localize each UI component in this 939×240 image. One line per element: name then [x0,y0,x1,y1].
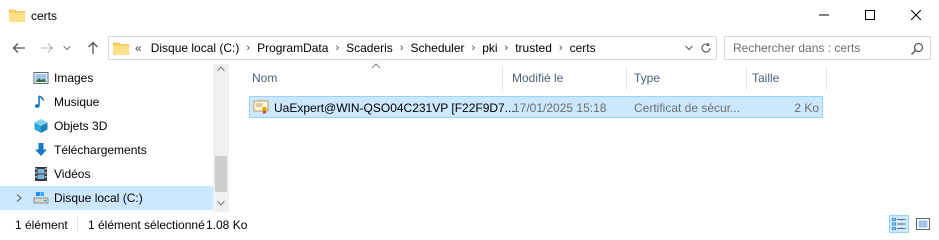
up-button[interactable] [82,37,104,59]
breadcrumb-separator-icon[interactable]: › [553,42,569,54]
sidebar-item-label: Objets 3D [54,119,108,133]
sidebar-item-label: Vidéos [54,167,91,181]
sidebar-item-music[interactable]: Musique [0,90,213,114]
file-modified: 17/01/2025 15:18 [513,101,607,115]
column-header-type[interactable]: Type [627,64,746,92]
column-header-size[interactable]: Taille [747,64,826,92]
forward-button[interactable] [36,37,58,59]
breadcrumb-item[interactable]: trusted [514,41,553,55]
breadcrumb-separator-icon[interactable]: › [394,42,410,54]
arrow-right-icon [41,43,54,53]
sidebar-item-label: Téléchargements [54,143,147,157]
status-divider [77,217,78,232]
scrollbar-thumb[interactable] [215,156,227,192]
column-header-name[interactable]: Nom [230,64,502,92]
arrow-left-icon [12,43,25,53]
minimize-icon [819,14,829,16]
navigation-toolbar: « Disque local (C:) › ProgramData › Scad… [0,32,939,64]
breadcrumb-separator-icon[interactable]: › [499,42,515,54]
navigation-scrollbar[interactable] [213,64,229,212]
chevron-right-icon[interactable] [14,193,24,203]
sidebar-item-label: Musique [54,95,100,109]
item-count: 1 élément [15,218,68,232]
breadcrumb-separator-icon[interactable]: › [240,42,256,54]
column-header-label: Taille [752,71,780,85]
breadcrumb-item[interactable]: Scaderis [345,41,394,55]
chevron-down-icon [63,45,71,51]
sidebar-item-local-disk[interactable]: Disque local (C:) [0,186,213,210]
file-size: 2 Ko [794,101,819,115]
breadcrumb-item[interactable]: pki [481,41,498,55]
sidebar-item-downloads[interactable]: Téléchargements [0,138,213,162]
drive-icon [33,192,49,204]
breadcrumb-overflow[interactable]: « [135,41,142,55]
cube-3d-icon [34,119,48,133]
column-header-label: Type [634,71,661,85]
sidebar-item-videos[interactable]: Vidéos [0,162,213,186]
address-bar[interactable]: « Disque local (C:) › ProgramData › Scad… [108,36,717,60]
breadcrumb-item[interactable]: Disque local (C:) [150,41,241,55]
scroll-up-arrow-icon[interactable] [217,66,225,72]
recent-locations-button[interactable] [60,37,74,59]
column-header-modified[interactable]: Modifié le [503,64,626,92]
folder-icon [9,9,25,22]
large-icons-view-icon [916,218,930,230]
file-name: UaExpert@WIN-QSO04C231VP [F22F9D7... [274,101,515,115]
breadcrumb: « Disque local (C:) › ProgramData › Scad… [135,41,597,55]
selection-size: 1.08 Ko [206,218,248,232]
address-history-button[interactable] [682,41,696,55]
file-list: Nom Modifié le Type Taille UaExpert@WIN-… [230,63,939,212]
scroll-down-arrow-icon[interactable] [217,200,225,206]
search-input[interactable] [733,41,903,55]
music-note-icon [34,95,45,108]
breadcrumb-separator-icon[interactable]: › [466,42,482,54]
window-title: certs [31,9,58,23]
pictures-icon [33,72,49,84]
column-header-label: Modifié le [512,71,564,85]
breadcrumb-item[interactable]: Scheduler [409,41,465,55]
navigation-pane: Images Musique Objets 3D Téléchargements… [0,64,229,212]
table-row[interactable]: UaExpert@WIN-QSO04C231VP [F22F9D7... 17/… [249,96,823,118]
search-box[interactable] [724,36,931,60]
large-icons-view-button[interactable] [913,215,933,233]
maximize-button[interactable] [847,0,893,30]
chevron-down-icon [685,45,693,51]
search-icon[interactable] [909,41,925,57]
details-view-icon [892,218,906,230]
close-button[interactable] [893,0,939,30]
back-button[interactable] [8,37,30,59]
sidebar-item-label: Images [54,71,94,85]
maximize-icon [865,10,875,20]
sidebar-item-images[interactable]: Images [0,66,213,90]
sidebar-item-3d-objects[interactable]: Objets 3D [0,114,213,138]
close-icon [911,10,921,20]
refresh-icon [701,42,711,53]
status-bar: 1 élément 1 élément sélectionné 1.08 Ko [0,212,939,237]
title-bar: certs [0,0,939,32]
selection-count: 1 élément sélectionné [88,218,205,232]
minimize-button[interactable] [801,0,847,30]
certificate-icon [253,100,269,114]
breadcrumb-item[interactable]: ProgramData [256,41,329,55]
refresh-button[interactable] [698,40,714,56]
column-header-label: Nom [252,71,278,85]
arrow-up-icon [88,41,98,54]
sidebar-item-label: Disque local (C:) [54,191,143,205]
folder-icon [113,42,129,55]
column-divider[interactable] [826,66,827,90]
file-type: Certificat de sécur... [634,101,741,115]
film-icon [35,167,47,181]
download-arrow-icon [35,143,47,156]
breadcrumb-item[interactable]: certs [569,41,597,55]
breadcrumb-separator-icon[interactable]: › [329,42,345,54]
details-view-button[interactable] [889,215,909,233]
